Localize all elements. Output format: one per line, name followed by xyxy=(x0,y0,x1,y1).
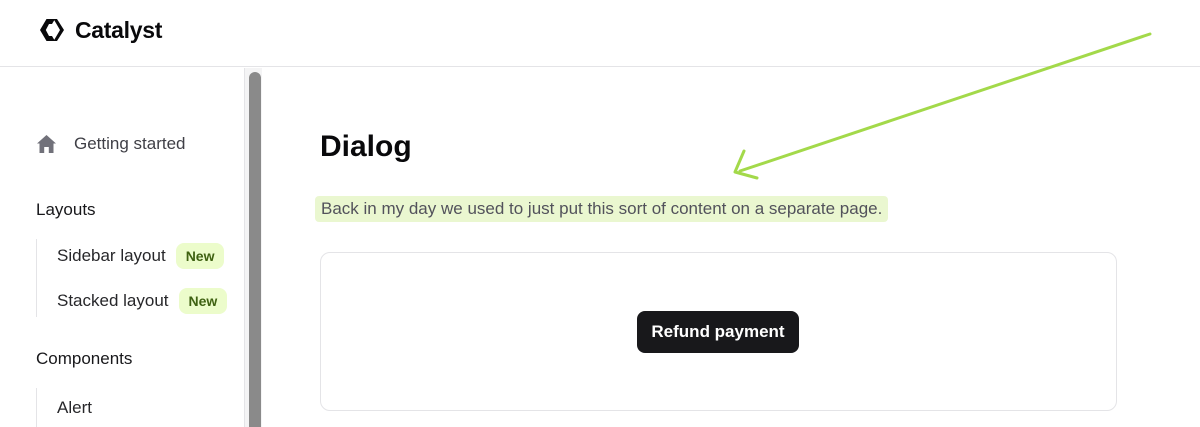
new-badge: New xyxy=(175,243,225,269)
new-badge: New xyxy=(178,288,228,314)
sidebar-item-getting-started[interactable]: Getting started xyxy=(36,134,186,154)
sidebar-item-label: Sidebar layout xyxy=(57,246,166,265)
sidebar-item-stacked-layout[interactable]: Stacked layout New xyxy=(57,288,228,314)
sidebar-item-label: Alert xyxy=(57,398,92,417)
page-description: Back in my day we used to just put this … xyxy=(315,196,889,222)
scrollbar-thumb[interactable] xyxy=(249,72,261,427)
sidebar-group-layouts: Sidebar layout New Stacked layout New xyxy=(36,239,228,317)
sidebar-item-alert[interactable]: Alert xyxy=(57,398,92,418)
sidebar-item-label: Getting started xyxy=(74,134,186,153)
catalyst-logo-icon xyxy=(40,19,64,41)
sidebar-section-components: Components xyxy=(36,349,133,368)
page-title: Dialog xyxy=(320,130,412,163)
sidebar-scrollbar[interactable] xyxy=(244,68,262,427)
logo[interactable]: Catalyst xyxy=(36,16,162,44)
example-preview: Refund payment xyxy=(320,252,1117,411)
refund-payment-button[interactable]: Refund payment xyxy=(637,311,799,353)
top-bar: Catalyst xyxy=(0,0,1200,67)
main-content: Dialog Back in my day we used to just pu… xyxy=(262,68,1200,427)
sidebar-item-sidebar-layout[interactable]: Sidebar layout New xyxy=(57,243,225,269)
home-icon xyxy=(37,135,56,153)
sidebar-section-layouts: Layouts xyxy=(36,200,96,219)
sidebar-group-components: Alert xyxy=(36,388,92,427)
app-name: Catalyst xyxy=(75,16,163,43)
sidebar: Getting started Layouts Sidebar layout N… xyxy=(0,68,245,427)
sidebar-item-label: Stacked layout xyxy=(57,291,169,310)
